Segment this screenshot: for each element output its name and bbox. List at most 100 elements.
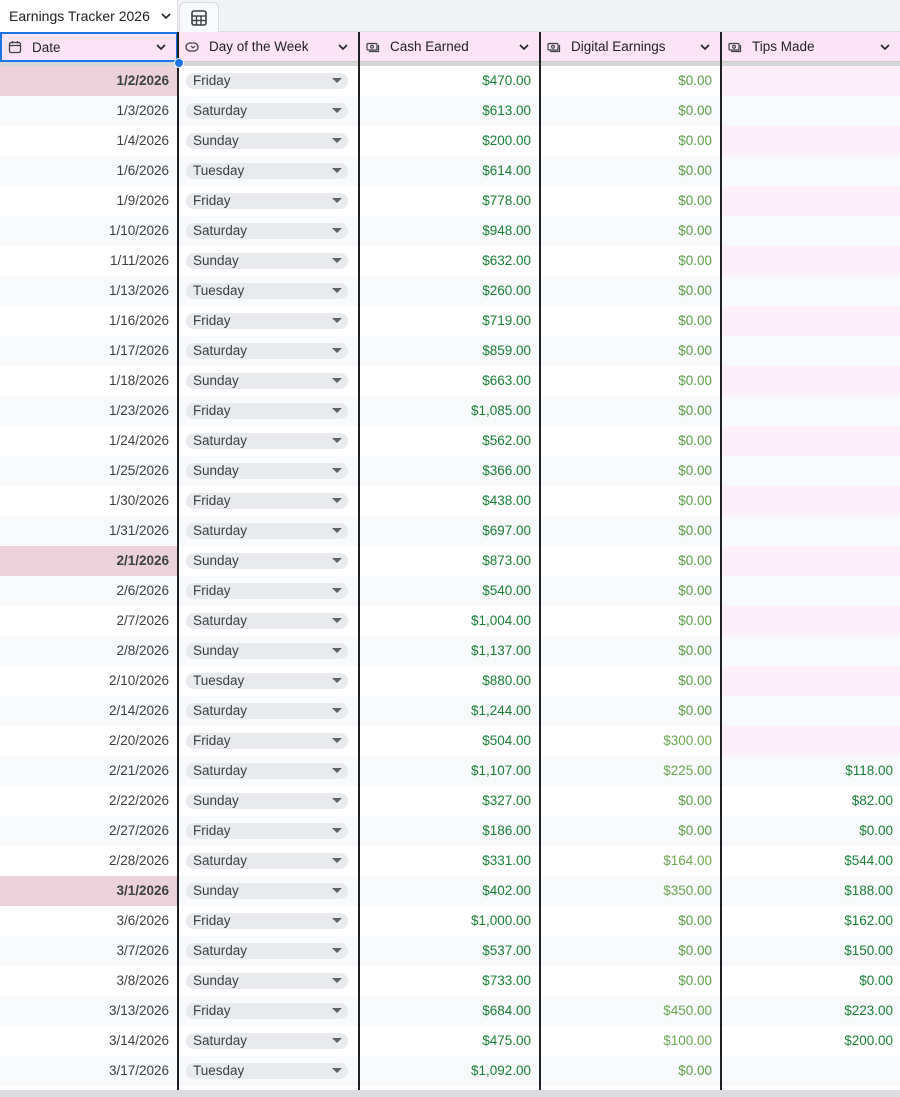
cash-earned-cell[interactable]: $1,085.00: [360, 396, 539, 426]
column-header-tips-made[interactable]: Tips Made: [722, 32, 900, 62]
table-row[interactable]: 1/4/2026 Sunday $200.00 $0.00: [0, 126, 900, 156]
digital-earnings-cell[interactable]: $0.00: [541, 216, 720, 246]
dropdown-arrow-icon[interactable]: [332, 738, 342, 743]
tips-made-cell[interactable]: [722, 216, 900, 246]
day-of-week-dropdown[interactable]: Saturday: [186, 853, 348, 869]
dropdown-arrow-icon[interactable]: [332, 888, 342, 893]
day-of-week-cell[interactable]: Saturday: [179, 426, 358, 456]
tips-made-cell[interactable]: [722, 126, 900, 156]
day-of-week-dropdown[interactable]: Tuesday: [186, 163, 348, 179]
day-of-week-dropdown[interactable]: Saturday: [186, 703, 348, 719]
tips-made-cell[interactable]: [722, 66, 900, 96]
digital-earnings-cell[interactable]: $0.00: [541, 156, 720, 186]
date-cell[interactable]: 3/1/2026: [0, 876, 177, 906]
day-of-week-cell[interactable]: Sunday: [179, 876, 358, 906]
day-of-week-cell[interactable]: Friday: [179, 396, 358, 426]
tips-made-cell[interactable]: [722, 186, 900, 216]
tips-made-cell[interactable]: $82.00: [722, 786, 900, 816]
date-cell[interactable]: 1/23/2026: [0, 396, 177, 426]
day-of-week-cell[interactable]: Friday: [179, 306, 358, 336]
tips-made-cell[interactable]: [722, 156, 900, 186]
cash-earned-cell[interactable]: $778.00: [360, 186, 539, 216]
table-row[interactable]: 1/25/2026 Sunday $366.00 $0.00: [0, 456, 900, 486]
tips-made-cell[interactable]: [722, 666, 900, 696]
digital-earnings-cell[interactable]: $225.00: [541, 756, 720, 786]
dropdown-arrow-icon[interactable]: [332, 168, 342, 173]
day-of-week-cell[interactable]: Saturday: [179, 336, 358, 366]
day-of-week-cell[interactable]: Friday: [179, 816, 358, 846]
day-of-week-cell[interactable]: Friday: [179, 186, 358, 216]
table-row[interactable]: 2/6/2026 Friday $540.00 $0.00: [0, 576, 900, 606]
table-row[interactable]: 1/18/2026 Sunday $663.00 $0.00: [0, 366, 900, 396]
chevron-down-icon[interactable]: [878, 40, 892, 54]
dropdown-arrow-icon[interactable]: [332, 978, 342, 983]
cash-earned-cell[interactable]: $1,004.00: [360, 606, 539, 636]
chevron-down-icon[interactable]: [160, 10, 172, 22]
day-of-week-cell[interactable]: Friday: [179, 906, 358, 936]
table-row[interactable]: 1/31/2026 Saturday $697.00 $0.00: [0, 516, 900, 546]
date-cell[interactable]: 1/30/2026: [0, 486, 177, 516]
cash-earned-cell[interactable]: $331.00: [360, 846, 539, 876]
tips-made-cell[interactable]: [722, 366, 900, 396]
date-cell[interactable]: 3/17/2026: [0, 1056, 177, 1086]
tips-made-cell[interactable]: [722, 246, 900, 276]
day-of-week-dropdown[interactable]: Sunday: [186, 253, 348, 269]
day-of-week-cell[interactable]: Sunday: [179, 246, 358, 276]
table-row[interactable]: 2/14/2026 Saturday $1,244.00 $0.00: [0, 696, 900, 726]
date-cell[interactable]: 2/8/2026: [0, 636, 177, 666]
dropdown-arrow-icon[interactable]: [332, 318, 342, 323]
cash-earned-cell[interactable]: $504.00: [360, 726, 539, 756]
day-of-week-dropdown[interactable]: Saturday: [186, 943, 348, 959]
day-of-week-dropdown[interactable]: Sunday: [186, 373, 348, 389]
day-of-week-cell[interactable]: Saturday: [179, 516, 358, 546]
dropdown-arrow-icon[interactable]: [332, 768, 342, 773]
cash-earned-cell[interactable]: $880.00: [360, 666, 539, 696]
horizontal-scrollbar[interactable]: [0, 1090, 900, 1097]
day-of-week-cell[interactable]: Sunday: [179, 126, 358, 156]
digital-earnings-cell[interactable]: $0.00: [541, 966, 720, 996]
dropdown-arrow-icon[interactable]: [332, 228, 342, 233]
day-of-week-dropdown[interactable]: Saturday: [186, 343, 348, 359]
dropdown-arrow-icon[interactable]: [332, 708, 342, 713]
day-of-week-dropdown[interactable]: Saturday: [186, 763, 348, 779]
day-of-week-dropdown[interactable]: Friday: [186, 313, 348, 329]
tips-made-cell[interactable]: [722, 606, 900, 636]
dropdown-arrow-icon[interactable]: [332, 138, 342, 143]
day-of-week-dropdown[interactable]: Sunday: [186, 643, 348, 659]
cash-earned-cell[interactable]: $684.00: [360, 996, 539, 1026]
day-of-week-cell[interactable]: Saturday: [179, 696, 358, 726]
dropdown-arrow-icon[interactable]: [332, 408, 342, 413]
tips-made-cell[interactable]: $544.00: [722, 846, 900, 876]
digital-earnings-cell[interactable]: $0.00: [541, 306, 720, 336]
dropdown-arrow-icon[interactable]: [332, 78, 342, 83]
day-of-week-dropdown[interactable]: Sunday: [186, 133, 348, 149]
date-cell[interactable]: 3/14/2026: [0, 1026, 177, 1056]
day-of-week-cell[interactable]: Tuesday: [179, 156, 358, 186]
day-of-week-cell[interactable]: Saturday: [179, 846, 358, 876]
digital-earnings-cell[interactable]: $0.00: [541, 906, 720, 936]
table-row[interactable]: 2/28/2026 Saturday $331.00 $164.00 $544.00: [0, 846, 900, 876]
date-cell[interactable]: 2/28/2026: [0, 846, 177, 876]
column-divider[interactable]: [539, 32, 541, 1092]
table-row[interactable]: 3/8/2026 Sunday $733.00 $0.00 $0.00: [0, 966, 900, 996]
dropdown-arrow-icon[interactable]: [332, 378, 342, 383]
cash-earned-cell[interactable]: $402.00: [360, 876, 539, 906]
date-cell[interactable]: 3/6/2026: [0, 906, 177, 936]
table-tab[interactable]: Earnings Tracker 2026: [0, 0, 178, 32]
table-row[interactable]: 1/13/2026 Tuesday $260.00 $0.00: [0, 276, 900, 306]
table-row[interactable]: 1/6/2026 Tuesday $614.00 $0.00: [0, 156, 900, 186]
digital-earnings-cell[interactable]: $164.00: [541, 846, 720, 876]
date-cell[interactable]: 3/13/2026: [0, 996, 177, 1026]
date-cell[interactable]: 2/7/2026: [0, 606, 177, 636]
table-row[interactable]: 1/10/2026 Saturday $948.00 $0.00: [0, 216, 900, 246]
digital-earnings-cell[interactable]: $0.00: [541, 486, 720, 516]
day-of-week-cell[interactable]: Sunday: [179, 546, 358, 576]
cash-earned-cell[interactable]: $186.00: [360, 816, 539, 846]
date-cell[interactable]: 1/31/2026: [0, 516, 177, 546]
digital-earnings-cell[interactable]: $0.00: [541, 66, 720, 96]
table-row[interactable]: 2/21/2026 Saturday $1,107.00 $225.00 $118.00: [0, 756, 900, 786]
dropdown-arrow-icon[interactable]: [332, 798, 342, 803]
dropdown-arrow-icon[interactable]: [332, 558, 342, 563]
day-of-week-cell[interactable]: Tuesday: [179, 276, 358, 306]
tips-made-cell[interactable]: $150.00: [722, 936, 900, 966]
